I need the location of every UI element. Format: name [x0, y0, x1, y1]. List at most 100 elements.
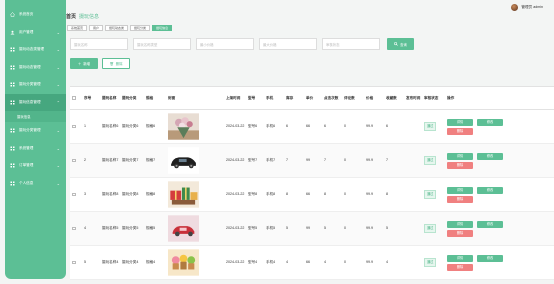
cell-index: 3 [84, 192, 86, 196]
tab-info[interactable]: 摄玩信息 [152, 25, 173, 31]
sidebar-item-orders[interactable]: 订单管理 ⌄ [5, 157, 66, 175]
edit-button[interactable]: 修改 [477, 220, 503, 228]
search-button[interactable]: 查询 [387, 38, 414, 50]
chevron-up-icon: ⌃ [56, 99, 60, 105]
cell-cover[interactable] [166, 212, 224, 245]
sidebar-item-label: 系统管理 [19, 145, 34, 150]
row-checkbox-cell[interactable] [70, 144, 82, 177]
tab-dynamic-type[interactable]: 摄玩动态类 [105, 25, 129, 31]
header-cost[interactable]: 价格 [364, 87, 384, 109]
row-checkbox[interactable] [72, 124, 76, 129]
cell-cover[interactable] [166, 246, 224, 279]
cover-image-toycar[interactable] [168, 215, 199, 242]
delete-row-button[interactable]: 删除 [447, 195, 473, 203]
sidebar-item-users[interactable]: 用户管理 ⌄ [5, 24, 66, 42]
status-select[interactable]: 审核状态 [322, 38, 380, 50]
tab-home[interactable]: 系统首页 [67, 25, 88, 31]
edit-button[interactable]: 修改 [477, 152, 503, 160]
chevron-down-icon: ⌄ [56, 145, 60, 151]
grid-icon [10, 163, 15, 168]
user-menu[interactable]: 管理员 admin [511, 4, 543, 11]
sidebar-item-category[interactable]: 摄玩分类管理 ⌄ [5, 76, 66, 94]
header-clicks[interactable]: 点击次数 [322, 87, 342, 109]
select-all-checkbox[interactable] [72, 96, 76, 100]
row-actions-line: 详情 修改 [447, 220, 503, 228]
delete-row-button[interactable]: 删除 [447, 229, 473, 237]
detail-button[interactable]: 详情 [447, 152, 473, 160]
header-spec[interactable]: 规格 [144, 87, 166, 109]
detail-button[interactable]: 详情 [447, 186, 473, 194]
grid-icon [10, 181, 15, 186]
status-badge: 通过 [424, 122, 437, 131]
detail-button[interactable]: 详情 [447, 118, 473, 126]
sidebar-item-system[interactable]: 系统管理 ⌄ [5, 140, 66, 158]
header-model[interactable]: 型号 [246, 87, 264, 109]
row-actions-line: 删除 [447, 127, 503, 135]
row-checkbox[interactable] [72, 260, 76, 265]
cell-clicks: 4 [324, 260, 326, 264]
row-checkbox-cell[interactable] [70, 110, 82, 143]
cover-image-cupcakes[interactable] [168, 249, 199, 276]
delete-button[interactable]: 🗑 删除 [102, 58, 130, 69]
header-category[interactable]: 摄玩分类 [120, 87, 144, 109]
add-button[interactable]: ＋新增 [70, 58, 98, 69]
header-price[interactable]: 单价 [304, 87, 322, 109]
header-phone[interactable]: 手机 [264, 87, 284, 109]
delete-row-button[interactable]: 删除 [447, 263, 473, 271]
row-actions: 详情 修改 删除 [447, 220, 503, 237]
cover-image-car[interactable] [168, 147, 199, 174]
header-status[interactable]: 审核状态 [422, 87, 445, 109]
row-checkbox-cell[interactable] [70, 212, 82, 245]
user-label: 管理员 admin [521, 5, 543, 9]
cell-cover[interactable] [166, 144, 224, 177]
sidebar-item-dynamic-type[interactable]: 摄玩动态类管理 ⌄ [5, 41, 66, 59]
sidebar-subitem-info[interactable]: 摄玩信息 [5, 111, 66, 122]
delete-row-button[interactable]: 删除 [447, 161, 473, 169]
min-price-input[interactable]: 最小价格 [196, 38, 254, 50]
detail-button[interactable]: 详情 [447, 254, 473, 262]
name-input[interactable]: 摄玩名称 [70, 38, 128, 50]
avatar[interactable] [511, 4, 519, 11]
grid-icon [10, 47, 15, 52]
sidebar-item-profile[interactable]: 个人信息 ⌄ [5, 175, 66, 193]
row-checkbox[interactable] [72, 158, 76, 163]
detail-button[interactable]: 详情 [447, 220, 473, 228]
max-price-input[interactable]: 最大价格 [259, 38, 317, 50]
header-stock[interactable]: 库存 [284, 87, 304, 109]
tab-users[interactable]: 用户 [89, 25, 104, 31]
edit-button[interactable]: 修改 [477, 118, 503, 126]
row-checkbox[interactable] [72, 192, 76, 197]
cover-image-bouquet[interactable] [168, 113, 199, 140]
edit-button[interactable]: 修改 [477, 186, 503, 194]
cell-ops: 详情 修改 删除 [445, 246, 510, 279]
sidebar-item-category-2[interactable]: 摄玩分类管理 ⌄ [5, 122, 66, 140]
cell-price: 66 [306, 192, 310, 196]
tab-category[interactable]: 摄玩分类 [130, 25, 151, 31]
row-checkbox[interactable] [72, 226, 76, 231]
breadcrumb-home[interactable]: 首页 [66, 14, 76, 20]
header-fav[interactable]: 收藏数 [384, 87, 404, 109]
sidebar-item-home[interactable]: 系统首页 [5, 6, 66, 24]
header-checkbox[interactable] [70, 87, 82, 109]
cover-image-gifts[interactable] [168, 181, 199, 208]
cell-clicks: 6 [324, 124, 326, 128]
cell-date: 2024-03-22 [226, 226, 245, 230]
delete-row-button[interactable]: 删除 [447, 127, 473, 135]
cell-cover[interactable] [166, 110, 224, 143]
header-name[interactable]: 摄玩名称 [100, 87, 120, 109]
header-pub[interactable]: 发布时间 [404, 87, 422, 109]
cell-comments: 0 [344, 226, 346, 230]
cell-spec: 规格7 [146, 158, 156, 162]
cell-cover[interactable] [166, 178, 224, 211]
sidebar-item-dynamic[interactable]: 摄玩动态管理 ⌄ [5, 59, 66, 77]
sidebar-item-info[interactable]: 摄玩信息管理 ⌃ [5, 93, 66, 111]
row-checkbox-cell[interactable] [70, 178, 82, 211]
category-select[interactable]: 摄玩名称类型 [133, 38, 191, 50]
header-date[interactable]: 上架时间 [224, 87, 246, 109]
header-comments[interactable]: 评论数 [342, 87, 364, 109]
cell-index: 1 [84, 124, 86, 128]
cell-cost: 99.9 [366, 158, 373, 162]
row-checkbox-cell[interactable] [70, 246, 82, 279]
cell-comments: 0 [344, 260, 346, 264]
edit-button[interactable]: 修改 [477, 254, 503, 262]
